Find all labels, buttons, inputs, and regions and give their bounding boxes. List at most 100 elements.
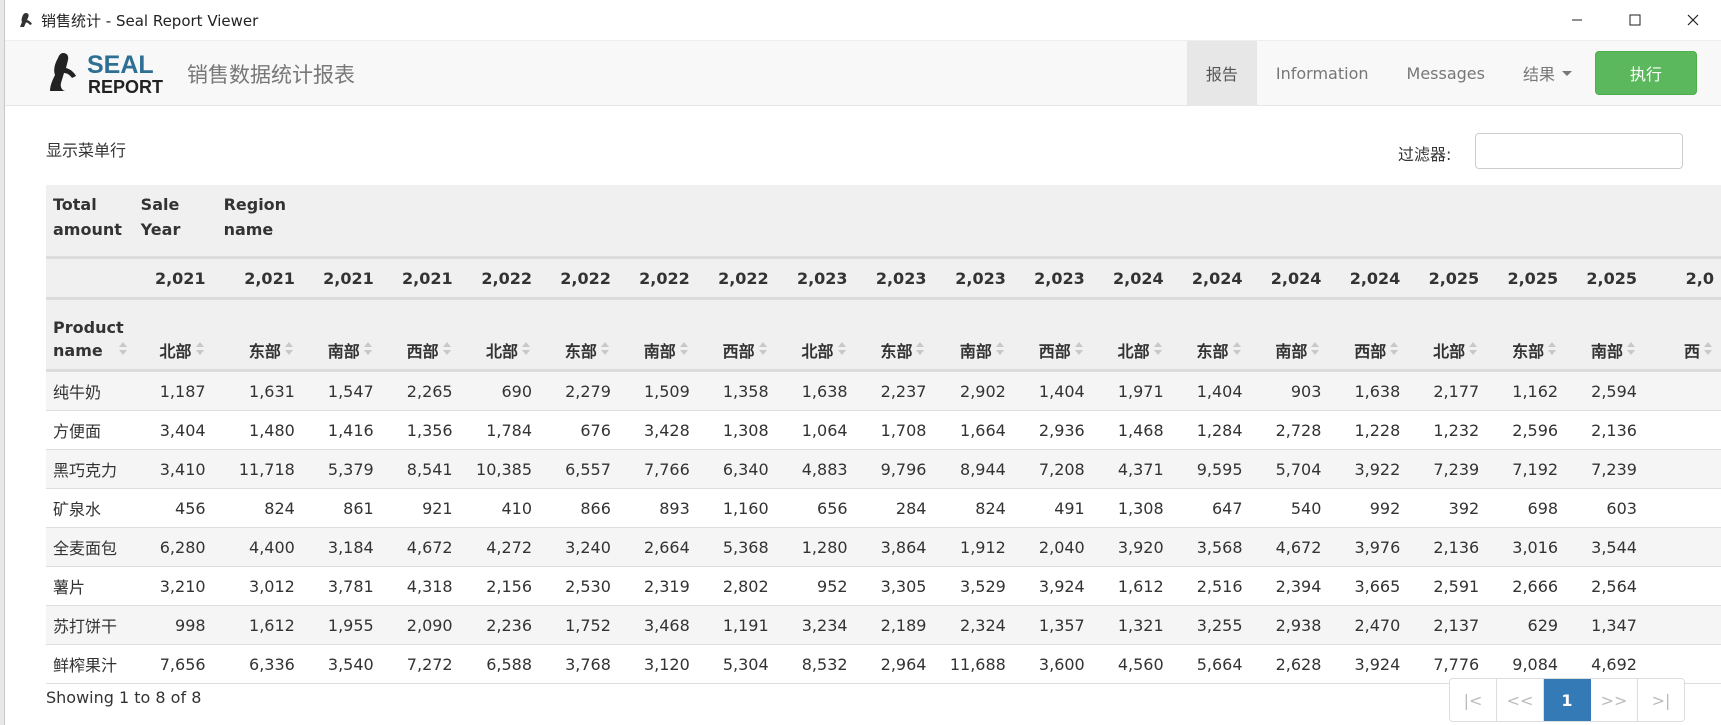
- sort-icon: [1232, 340, 1243, 362]
- region-header-label: 南部: [327, 342, 360, 361]
- amount-cell: 8,541: [381, 449, 461, 489]
- amount-cell: 698: [1487, 488, 1567, 528]
- amount-cell: 2,136: [1408, 527, 1488, 567]
- amount-cell: 491: [1013, 488, 1093, 528]
- amount-cell: 3,184: [302, 527, 382, 567]
- nav-report-tab[interactable]: 报告: [1186, 41, 1257, 105]
- region-header-cell[interactable]: 西部: [381, 298, 461, 372]
- window-title: 销售统计 - Seal Report Viewer: [41, 11, 259, 30]
- region-header-label: 北部: [1433, 342, 1466, 361]
- region-header-cell[interactable]: 西: [1644, 298, 1721, 372]
- amount-cell: 3,781: [302, 566, 382, 606]
- pivot-table-body: 纯牛奶 1,187 1,631 1,547 2,265 690 2,279 1,509 1,35…: [46, 370, 1721, 684]
- region-header-label: 东部: [1512, 342, 1545, 361]
- header-filler: [302, 185, 1721, 258]
- region-header-cell[interactable]: 东部: [855, 298, 935, 372]
- region-header-cell[interactable]: 南部: [1566, 298, 1645, 372]
- amount-cell: 1,280: [776, 527, 856, 567]
- filter-input[interactable]: [1475, 133, 1683, 169]
- amount-cell: 1,228: [1329, 410, 1409, 450]
- last-page-button[interactable]: >|: [1638, 679, 1684, 721]
- region-header-cell[interactable]: 东部: [213, 298, 303, 372]
- close-button[interactable]: [1664, 0, 1721, 40]
- region-header-label: 南部: [1275, 342, 1308, 361]
- region-header-cell[interactable]: 南部: [1250, 298, 1330, 372]
- amount-cell: 2,137: [1408, 605, 1488, 645]
- amount-cell: 866: [540, 488, 619, 528]
- sort-icon: [1626, 340, 1637, 362]
- amount-cell: 2,319: [618, 566, 698, 606]
- region-header-cell[interactable]: 东部: [1171, 298, 1251, 372]
- year-header-cell: 2,025: [1408, 256, 1488, 300]
- total-amount-header: Total amount: [46, 185, 135, 258]
- region-header-cell[interactable]: 南部: [302, 298, 382, 372]
- amount-cell: 861: [302, 488, 382, 528]
- year-header-cell: 2,025: [1487, 256, 1567, 300]
- minimize-button[interactable]: [1548, 0, 1606, 40]
- amount-cell: 2,728: [1250, 410, 1330, 450]
- sort-icon: [1390, 340, 1400, 362]
- amount-cell: 2,591: [1408, 566, 1488, 606]
- amount-cell: 1,308: [1092, 488, 1172, 528]
- amount-cell: 2,516: [1171, 566, 1251, 606]
- maximize-button[interactable]: [1606, 0, 1664, 40]
- region-header-cell[interactable]: 北部: [1408, 298, 1488, 372]
- corner-header-row: Total amount Sale Year Region name: [46, 185, 1721, 258]
- amount-cell: 4,318: [381, 566, 461, 606]
- nav-messages-tab[interactable]: Messages: [1388, 41, 1504, 105]
- product-name-cell: 苏打饼干: [46, 605, 135, 645]
- amount-cell: 2,189: [855, 605, 935, 645]
- amount-cell: 3,924: [1013, 566, 1093, 606]
- region-header-cell[interactable]: 南部: [934, 298, 1014, 372]
- region-header-cell[interactable]: 西部: [1329, 298, 1409, 372]
- amount-cell: 1,347: [1566, 605, 1645, 645]
- amount-cell: 1,664: [934, 410, 1014, 450]
- year-header-cell: 2,024: [1329, 256, 1409, 300]
- product-name-header[interactable]: Product name: [46, 298, 135, 372]
- nav-results-dropdown[interactable]: 结果: [1504, 41, 1591, 105]
- region-name-header: Region name: [213, 185, 303, 258]
- region-header-cell[interactable]: 南部: [618, 298, 698, 372]
- sort-icon: [522, 340, 532, 362]
- amount-cell: 6,280: [134, 527, 214, 567]
- sort-icon: [1153, 340, 1164, 362]
- nav-links: 报告 Information Messages 结果 执行: [1186, 41, 1697, 105]
- amount-cell: 1,480: [213, 410, 303, 450]
- region-header-cell[interactable]: 西部: [697, 298, 777, 372]
- amount-cell: [1644, 605, 1721, 645]
- show-menu-toggle[interactable]: 显示菜单行: [46, 137, 126, 161]
- region-header-cell[interactable]: 东部: [540, 298, 619, 372]
- svg-text:SEAL: SEAL: [87, 51, 154, 79]
- region-header-cell[interactable]: 西部: [1013, 298, 1093, 372]
- previous-page-button[interactable]: <<: [1497, 679, 1544, 721]
- amount-cell: 3,920: [1092, 527, 1172, 567]
- region-header-cell[interactable]: 北部: [460, 298, 540, 372]
- page-1-button[interactable]: 1: [1544, 679, 1591, 721]
- amount-cell: 2,594: [1566, 370, 1645, 411]
- region-header-label: 西部: [722, 342, 755, 361]
- execute-button[interactable]: 执行: [1595, 51, 1697, 95]
- product-name-cell: 矿泉水: [46, 488, 135, 528]
- amount-cell: 998: [134, 605, 214, 645]
- region-header-cell[interactable]: 北部: [1092, 298, 1172, 372]
- amount-cell: 824: [934, 488, 1014, 528]
- sort-icon: [758, 340, 769, 362]
- amount-cell: 2,628: [1250, 644, 1330, 684]
- amount-cell: 603: [1566, 488, 1645, 528]
- next-page-button[interactable]: >>: [1591, 679, 1638, 721]
- filter-label: 过滤器:: [1398, 145, 1452, 164]
- nav-information-tab[interactable]: Information: [1257, 41, 1388, 105]
- region-header-cell[interactable]: 北部: [776, 298, 856, 372]
- amount-cell: 1,612: [1092, 566, 1172, 606]
- amount-cell: 1,784: [460, 410, 540, 450]
- seal-report-logo[interactable]: SEAL REPORT: [43, 47, 173, 99]
- region-header-cell[interactable]: 东部: [1487, 298, 1567, 372]
- year-header-cell: 2,024: [1092, 256, 1172, 300]
- product-name-cell: 黑巧克力: [46, 449, 135, 489]
- first-page-button[interactable]: |<: [1450, 679, 1497, 721]
- amount-cell: 1,191: [697, 605, 777, 645]
- amount-cell: 5,379: [302, 449, 382, 489]
- region-header-cell[interactable]: 北部: [134, 298, 214, 372]
- amount-cell: 1,356: [381, 410, 461, 450]
- amount-cell: 1,612: [213, 605, 303, 645]
